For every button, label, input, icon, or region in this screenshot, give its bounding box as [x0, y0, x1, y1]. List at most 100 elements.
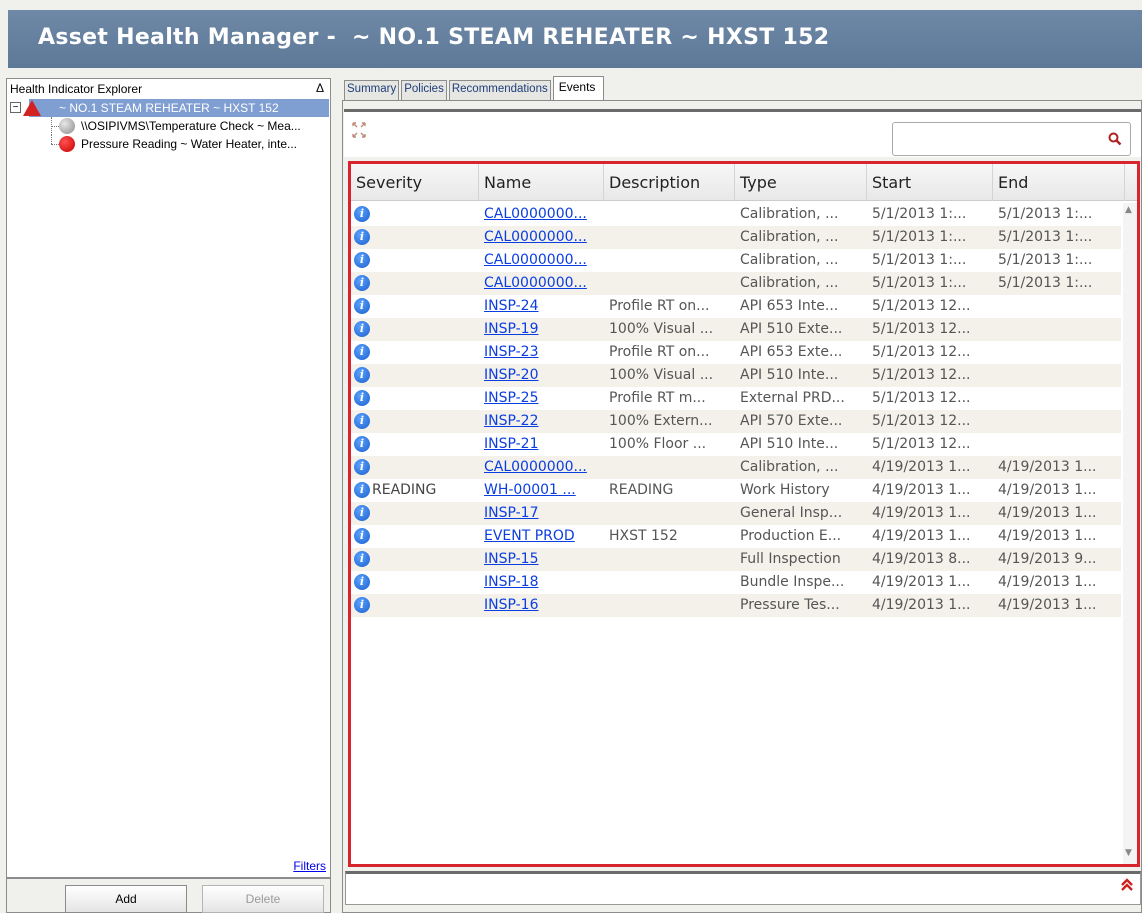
- add-button[interactable]: Add: [65, 885, 187, 913]
- cell-name[interactable]: INSP-15: [479, 548, 604, 571]
- cell-name[interactable]: INSP-22: [479, 410, 604, 433]
- table-row[interactable]: i CAL0000000... Calibration, ... 4/19/2013 …: [351, 456, 1121, 479]
- cell-type: API 653 Exte...: [740, 344, 843, 360]
- table-row[interactable]: i EVENT PROD HXST 152 Production E... 4/19/2…: [351, 525, 1121, 548]
- delete-button[interactable]: Delete: [202, 885, 324, 913]
- cell-name[interactable]: CAL0000000...: [479, 249, 604, 272]
- cell-name[interactable]: CAL0000000...: [479, 456, 604, 479]
- tab-recommendations[interactable]: Recommendations: [448, 80, 551, 100]
- cell-name[interactable]: INSP-19: [479, 318, 604, 341]
- cell-description: READING: [609, 482, 674, 498]
- table-row[interactable]: i CAL0000000... Calibration, ... 5/1/2013 1…: [351, 226, 1121, 249]
- tab-summary[interactable]: Summary: [344, 80, 400, 100]
- collapse-toggle-icon[interactable]: Δ: [316, 81, 324, 95]
- table-row[interactable]: i INSP-16 Pressure Tes... 4/19/2013 1... 4/1…: [351, 594, 1121, 617]
- cell-start: 5/1/2013 1:...: [872, 275, 967, 291]
- info-icon: i: [354, 574, 370, 590]
- cell-end: 5/1/2013 1:...: [998, 229, 1093, 245]
- event-link[interactable]: EVENT PROD: [484, 528, 575, 544]
- event-link[interactable]: INSP-25: [484, 390, 539, 406]
- event-link[interactable]: INSP-22: [484, 413, 539, 429]
- table-row[interactable]: i INSP-20 100% Visual ... API 510 Inte... 5/…: [351, 364, 1121, 387]
- column-header-end[interactable]: End: [993, 164, 1125, 201]
- expand-up-icon[interactable]: [1120, 878, 1134, 896]
- cell-name[interactable]: CAL0000000...: [479, 203, 604, 226]
- cell-severity: i READING: [351, 479, 479, 502]
- table-row[interactable]: i READING WH-00001 ... READING Work History 4…: [351, 479, 1121, 502]
- search-input[interactable]: [892, 122, 1131, 156]
- collapse-tree-icon[interactable]: −: [10, 102, 21, 113]
- cell-name[interactable]: INSP-17: [479, 502, 604, 525]
- table-row[interactable]: i INSP-19 100% Visual ... API 510 Exte... 5/…: [351, 318, 1121, 341]
- cell-name[interactable]: WH-00001 ...: [479, 479, 604, 502]
- table-row[interactable]: i INSP-24 Profile RT on... API 653 Inte... 5…: [351, 295, 1121, 318]
- table-row[interactable]: i INSP-18 Bundle Inspe... 4/19/2013 1... 4/1…: [351, 571, 1121, 594]
- event-link[interactable]: INSP-17: [484, 505, 539, 521]
- event-link[interactable]: CAL0000000...: [484, 252, 587, 268]
- tree-root-label[interactable]: ~ NO.1 STEAM REHEATER ~ HXST 152: [29, 99, 329, 117]
- column-header-severity[interactable]: Severity: [351, 164, 479, 201]
- tree-root-row[interactable]: − ~ NO.1 STEAM REHEATER ~ HXST 152: [7, 99, 330, 117]
- event-link[interactable]: INSP-24: [484, 298, 539, 314]
- cell-name[interactable]: INSP-23: [479, 341, 604, 364]
- cell-description: 100% Floor ...: [609, 436, 707, 452]
- cell-severity: i: [351, 318, 479, 341]
- event-link[interactable]: CAL0000000...: [484, 206, 587, 222]
- cell-name[interactable]: INSP-20: [479, 364, 604, 387]
- table-row[interactable]: i INSP-22 100% Extern... API 570 Exte... 5/1…: [351, 410, 1121, 433]
- info-icon: i: [354, 367, 370, 383]
- cell-description: [604, 571, 735, 594]
- cell-name[interactable]: INSP-18: [479, 571, 604, 594]
- event-link[interactable]: INSP-21: [484, 436, 539, 452]
- event-link[interactable]: INSP-23: [484, 344, 539, 360]
- scroll-up-icon[interactable]: ▲: [1125, 205, 1132, 215]
- tab-policies[interactable]: Policies: [401, 80, 447, 100]
- cell-name[interactable]: CAL0000000...: [479, 226, 604, 249]
- expand-collapse-icon[interactable]: [352, 122, 366, 138]
- table-row[interactable]: i CAL0000000... Calibration, ... 5/1/2013 1…: [351, 272, 1121, 295]
- tab-events[interactable]: Events: [552, 76, 605, 100]
- cell-start: 5/1/2013 1:...: [872, 229, 967, 245]
- cell-start: 5/1/2013 12...: [872, 436, 971, 452]
- table-row[interactable]: i CAL0000000... Calibration, ... 5/1/2013 1…: [351, 249, 1121, 272]
- event-link[interactable]: INSP-16: [484, 597, 539, 613]
- cell-name[interactable]: INSP-21: [479, 433, 604, 456]
- cell-name[interactable]: INSP-25: [479, 387, 604, 410]
- tree-item[interactable]: Pressure Reading ~ Water Heater, inte...: [7, 135, 330, 153]
- column-header-name[interactable]: Name: [479, 164, 604, 201]
- event-link[interactable]: INSP-19: [484, 321, 539, 337]
- event-link[interactable]: CAL0000000...: [484, 229, 587, 245]
- table-row[interactable]: i INSP-25 Profile RT m... External PRD... 5/…: [351, 387, 1121, 410]
- table-row[interactable]: i CAL0000000... Calibration, ... 5/1/2013 1…: [351, 203, 1121, 226]
- info-icon: i: [354, 229, 370, 245]
- filters-link[interactable]: Filters: [293, 859, 326, 873]
- cell-severity: i: [351, 272, 479, 295]
- cell-severity: i: [351, 456, 479, 479]
- cell-type: Production E...: [740, 528, 842, 544]
- event-link[interactable]: CAL0000000...: [484, 459, 587, 475]
- cell-description: [604, 249, 735, 272]
- column-header-type[interactable]: Type: [735, 164, 867, 201]
- search-icon[interactable]: [1108, 132, 1122, 146]
- table-row[interactable]: i INSP-15 Full Inspection 4/19/2013 8... 4/1…: [351, 548, 1121, 571]
- table-row[interactable]: i INSP-23 Profile RT on... API 653 Exte... 5…: [351, 341, 1121, 364]
- cell-name[interactable]: INSP-16: [479, 594, 604, 617]
- tree-item[interactable]: \\OSIPIVMS\Temperature Check ~ Mea...: [7, 117, 330, 135]
- cell-name[interactable]: INSP-24: [479, 295, 604, 318]
- table-row[interactable]: i INSP-17 General Insp... 4/19/2013 1... 4/1…: [351, 502, 1121, 525]
- column-header-description[interactable]: Description: [604, 164, 735, 201]
- event-link[interactable]: INSP-18: [484, 574, 539, 590]
- table-row[interactable]: i INSP-21 100% Floor ... API 510 Inte... 5/1…: [351, 433, 1121, 456]
- scroll-down-icon[interactable]: ▼: [1125, 848, 1132, 858]
- event-link[interactable]: INSP-20: [484, 367, 539, 383]
- cell-start: 5/1/2013 12...: [872, 298, 971, 314]
- cell-name[interactable]: EVENT PROD: [479, 525, 604, 548]
- cell-name[interactable]: CAL0000000...: [479, 272, 604, 295]
- cell-severity: i: [351, 433, 479, 456]
- event-link[interactable]: INSP-15: [484, 551, 539, 567]
- event-link[interactable]: WH-00001 ...: [484, 482, 576, 498]
- event-link[interactable]: CAL0000000...: [484, 275, 587, 291]
- vertical-scrollbar[interactable]: ▲ ▼: [1123, 203, 1137, 864]
- column-header-start[interactable]: Start: [867, 164, 993, 201]
- cell-type: Calibration, ...: [740, 206, 839, 222]
